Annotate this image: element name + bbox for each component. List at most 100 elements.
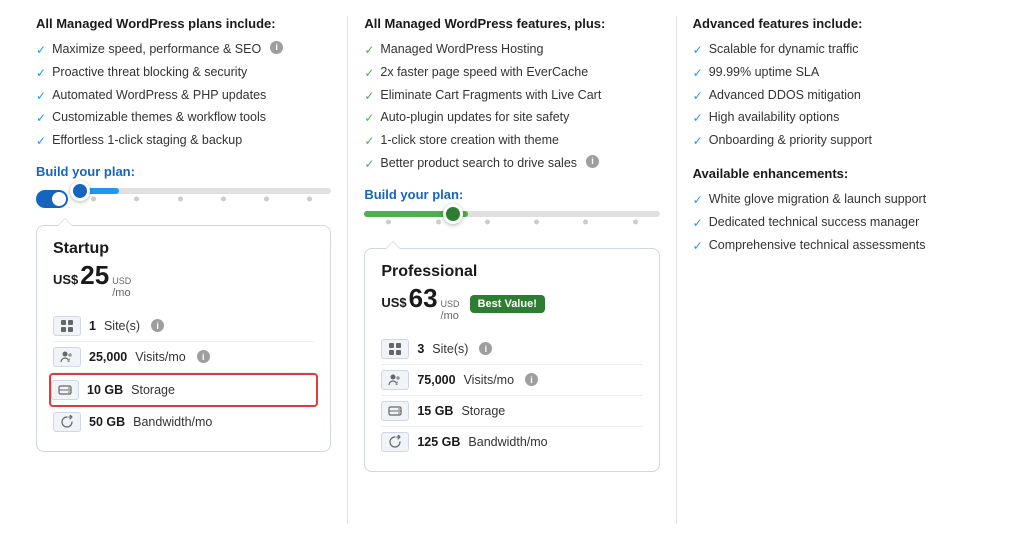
spec-bandwidth: 125 GB Bandwidth/mo [381, 427, 642, 457]
feature-text: Advanced DDOS mitigation [709, 87, 861, 105]
check-icon: ✓ [364, 88, 374, 105]
dot [264, 196, 269, 201]
dot [178, 196, 183, 201]
spec-label: Visits/mo [464, 373, 514, 387]
check-icon: ✓ [693, 65, 703, 82]
slider-thumb[interactable] [70, 181, 90, 201]
check-icon: ✓ [364, 156, 374, 173]
col2-plan-specs: 3 Site(s) i 75,000 Visits/mo i 15 [381, 334, 642, 457]
list-item: ✓ White glove migration & launch support [693, 191, 988, 209]
dot [485, 219, 490, 224]
spec-label: Site(s) [104, 319, 140, 333]
pricing-page: All Managed WordPress plans include: ✓ M… [0, 0, 1024, 540]
spec-label: Visits/mo [135, 350, 185, 364]
price-amount: 63 [409, 283, 438, 314]
visits-icon [381, 370, 409, 390]
col3-available-list: ✓ White glove migration & launch support… [693, 191, 988, 254]
feature-text: 99.99% uptime SLA [709, 64, 820, 82]
spec-sites: 3 Site(s) i [381, 334, 642, 365]
dot [134, 196, 139, 201]
check-icon: ✓ [693, 110, 703, 127]
info-icon[interactable]: i [479, 342, 492, 355]
list-item: ✓ Managed WordPress Hosting [364, 41, 659, 59]
col2-build-plan-label: Build your plan: [364, 187, 659, 202]
feature-text: Comprehensive technical assessments [709, 237, 926, 255]
column-advanced: Advanced features include: ✓ Scalable fo… [677, 16, 1004, 524]
col3-feature-list: ✓ Scalable for dynamic traffic ✓ 99.99% … [693, 41, 988, 150]
feature-text: Customizable themes & workflow tools [52, 109, 266, 127]
visits-icon [53, 347, 81, 367]
spec-storage: 10 GB Storage [49, 373, 318, 407]
dot [221, 196, 226, 201]
list-item: ✓ High availability options [693, 109, 988, 127]
spec-visits: 75,000 Visits/mo i [381, 365, 642, 396]
spec-bandwidth: 50 GB Bandwidth/mo [53, 407, 314, 437]
price-amount: 25 [80, 260, 109, 291]
plan-price: US$ 25 USD /mo [53, 260, 314, 299]
col2-title: All Managed WordPress features, plus: [364, 16, 659, 31]
column-managed-wp: All Managed WordPress plans include: ✓ M… [20, 16, 348, 524]
sites-icon [53, 316, 81, 336]
feature-text: High availability options [709, 109, 840, 127]
check-icon: ✓ [693, 238, 703, 255]
slider-dots [364, 219, 659, 224]
list-item: ✓ Effortless 1-click staging & backup [36, 132, 331, 150]
col1-plan-card: Startup US$ 25 USD /mo 1 Site(s) i [36, 225, 331, 452]
plan-name: Startup [53, 240, 314, 258]
slider-bg [72, 188, 331, 194]
check-icon: ✓ [693, 215, 703, 232]
col1-feature-list: ✓ Maximize speed, performance & SEO i ✓ … [36, 41, 331, 150]
info-icon[interactable]: i [151, 319, 164, 332]
storage-icon [51, 380, 79, 400]
feature-text: 2x faster page speed with EverCache [380, 64, 588, 82]
price-currency: US$ [381, 295, 406, 310]
spec-sites: 1 Site(s) i [53, 311, 314, 342]
list-item: ✓ Customizable themes & workflow tools [36, 109, 331, 127]
feature-text: Effortless 1-click staging & backup [52, 132, 242, 150]
column-woo: All Managed WordPress features, plus: ✓ … [348, 16, 676, 524]
check-icon: ✓ [364, 42, 374, 59]
spec-value: 75,000 [417, 373, 455, 387]
list-item: ✓ Better product search to drive sales i [364, 155, 659, 173]
list-item: ✓ Scalable for dynamic traffic [693, 41, 988, 59]
feature-text: 1-click store creation with theme [380, 132, 559, 150]
price-usd: USD [441, 299, 460, 310]
info-icon[interactable]: i [270, 41, 283, 54]
feature-text: Proactive threat blocking & security [52, 64, 247, 82]
list-item: ✓ Automated WordPress & PHP updates [36, 87, 331, 105]
info-icon[interactable]: i [586, 155, 599, 168]
list-item: ✓ Dedicated technical success manager [693, 214, 988, 232]
slider-thumb[interactable] [443, 204, 463, 224]
dot [307, 196, 312, 201]
check-icon: ✓ [36, 110, 46, 127]
list-item: ✓ 1-click store creation with theme [364, 132, 659, 150]
info-icon[interactable]: i [197, 350, 210, 363]
col3-available-title: Available enhancements: [693, 166, 988, 181]
col1-plan-specs: 1 Site(s) i 25,000 Visits/mo i 10 [53, 311, 314, 437]
plan-price: US$ 63 USD /mo Best Value! [381, 283, 642, 322]
slider-dots [72, 196, 331, 201]
check-icon: ✓ [364, 65, 374, 82]
col1-slider[interactable] [36, 189, 331, 209]
check-icon: ✓ [36, 133, 46, 150]
info-icon[interactable]: i [525, 373, 538, 386]
feature-text: Auto-plugin updates for site safety [380, 109, 569, 127]
toggle-switch[interactable] [36, 190, 68, 208]
list-item: ✓ Proactive threat blocking & security [36, 64, 331, 82]
check-icon: ✓ [693, 42, 703, 59]
col2-slider[interactable] [364, 212, 659, 232]
spec-value: 25,000 [89, 350, 127, 364]
feature-text: Eliminate Cart Fragments with Live Cart [380, 87, 601, 105]
check-icon: ✓ [693, 192, 703, 209]
col1-title: All Managed WordPress plans include: [36, 16, 331, 31]
feature-text: White glove migration & launch support [709, 191, 926, 209]
feature-text: Managed WordPress Hosting [380, 41, 543, 59]
col3-title: Advanced features include: [693, 16, 988, 31]
price-usd: USD [112, 276, 131, 287]
check-icon: ✓ [693, 133, 703, 150]
spec-value: 50 GB [89, 415, 125, 429]
spec-storage: 15 GB Storage [381, 396, 642, 427]
check-icon: ✓ [364, 133, 374, 150]
spec-value: 3 [417, 342, 424, 356]
spec-label: Storage [461, 404, 505, 418]
